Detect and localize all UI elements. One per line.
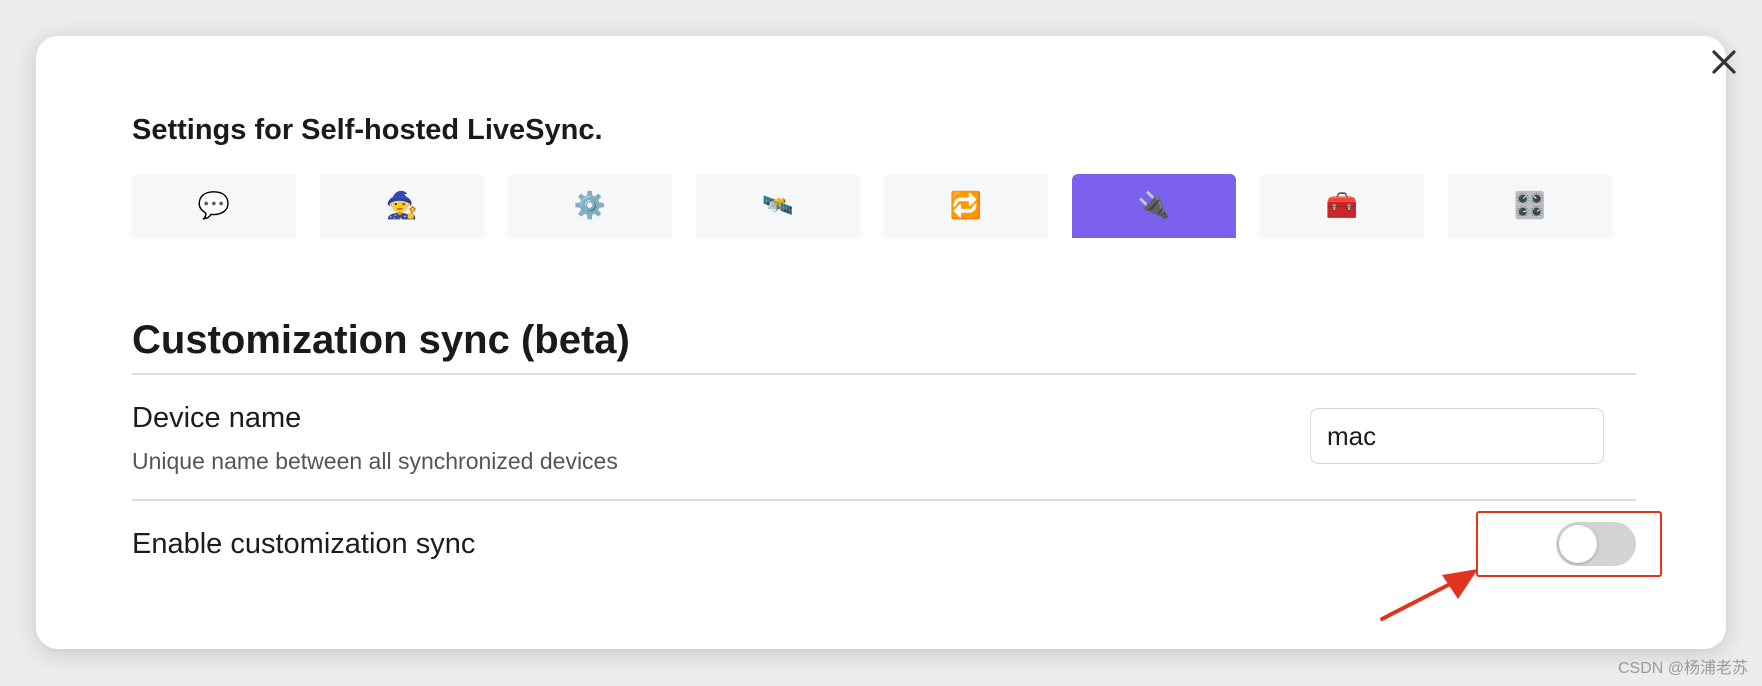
tab-customization[interactable]: 🔌 [1072, 174, 1236, 238]
satellite-icon: 🛰️ [761, 191, 795, 221]
repeat-icon: 🔁 [949, 191, 983, 221]
divider [132, 373, 1636, 375]
tab-remote[interactable]: 🛰️ [696, 174, 860, 238]
settings-modal: Settings for Self-hosted LiveSync. 💬 🧙 ⚙… [36, 36, 1736, 649]
speech-bubble-icon: 💬 [197, 191, 231, 221]
tab-hatch[interactable]: 🧰 [1260, 174, 1424, 238]
tab-sync[interactable]: 🔁 [884, 174, 1048, 238]
wizard-icon: 🧙 [385, 191, 419, 221]
tab-advanced[interactable]: 🎛️ [1448, 174, 1612, 238]
device-name-description: Unique name between all synchronized dev… [132, 448, 618, 474]
annotation-arrow-icon [1380, 569, 1478, 621]
tab-general-settings[interactable]: ⚙️ [508, 174, 672, 238]
watermark: CSDN @杨浦老苏 [1617, 660, 1748, 677]
device-name-label: Device name [132, 402, 302, 434]
plug-icon: 🔌 [1137, 191, 1171, 221]
close-button[interactable] [1706, 44, 1742, 80]
tab-general[interactable]: 💬 [132, 174, 296, 238]
annotation-highlight-box [1476, 511, 1662, 577]
tab-setup[interactable]: 🧙 [320, 174, 484, 238]
divider [132, 499, 1636, 501]
toolbox-icon: 🧰 [1325, 191, 1359, 221]
control-knobs-icon: 🎛️ [1513, 191, 1547, 221]
settings-title: Settings for Self-hosted LiveSync. [132, 114, 603, 146]
device-name-input[interactable] [1310, 408, 1604, 464]
close-icon [1712, 50, 1736, 74]
enable-customization-sync-label: Enable customization sync [132, 528, 476, 560]
section-heading: Customization sync (beta) [132, 318, 630, 362]
gear-icon: ⚙️ [573, 191, 607, 221]
